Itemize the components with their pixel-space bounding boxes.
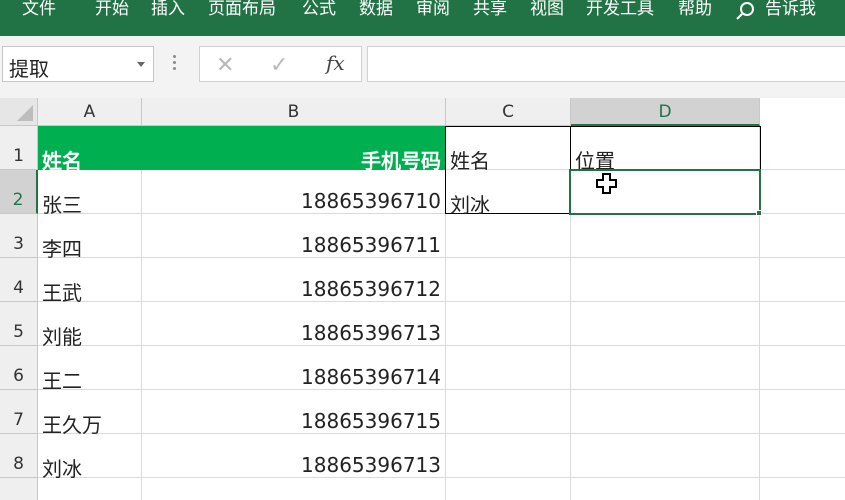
cell-c2[interactable]: 刘冰 (450, 189, 490, 218)
cell-b6[interactable]: 18865396714 (146, 365, 441, 389)
tab-view[interactable]: 视图 (530, 0, 564, 22)
tab-formulas[interactable]: 公式 (302, 0, 336, 22)
chevron-down-icon[interactable] (137, 62, 145, 67)
column-header-a[interactable]: A (38, 98, 142, 126)
tab-data[interactable]: 数据 (359, 0, 393, 22)
row-header-6[interactable]: 6 (0, 346, 38, 390)
drag-handle-icon[interactable] (173, 53, 177, 73)
row-header-9[interactable] (0, 478, 38, 500)
select-all-button[interactable] (0, 98, 38, 126)
cell-a6[interactable]: 王二 (42, 365, 82, 394)
insert-function-icon[interactable]: fx (326, 51, 345, 75)
tab-page-layout[interactable]: 页面布局 (208, 0, 276, 22)
row-header-5[interactable]: 5 (0, 302, 38, 346)
formula-bar: 提取 ✕ ✓ fx (0, 36, 845, 98)
tab-review[interactable]: 审阅 (416, 0, 450, 22)
row-header-4[interactable]: 4 (0, 258, 38, 302)
cell-b3[interactable]: 18865396711 (146, 233, 441, 257)
formula-buttons: ✕ ✓ fx (199, 46, 362, 82)
cell-a1[interactable]: 姓名 (42, 145, 82, 174)
row-header-7[interactable]: 7 (0, 390, 38, 434)
cell-c1[interactable]: 姓名 (450, 145, 490, 174)
cell-a5[interactable]: 刘能 (42, 321, 82, 350)
grid-line (38, 257, 845, 258)
column-header-c[interactable]: C (446, 98, 571, 126)
fill-handle[interactable] (756, 210, 762, 216)
cell-b7[interactable]: 18865396715 (146, 409, 441, 433)
cell-b5[interactable]: 18865396713 (146, 321, 441, 345)
cell-b8[interactable]: 18865396713 (146, 453, 441, 477)
cell-b2[interactable]: 18865396710 (146, 189, 441, 213)
grid-line (38, 433, 845, 434)
formula-input[interactable] (367, 46, 845, 82)
tab-file[interactable]: 文件 (22, 0, 56, 22)
cell-a7[interactable]: 王久万 (42, 409, 102, 438)
tab-help[interactable]: 帮助 (678, 0, 712, 22)
grid-line (38, 301, 845, 302)
cell-a2[interactable]: 张三 (42, 189, 82, 218)
tell-me-label: 告诉我 (765, 0, 816, 19)
check-icon[interactable]: ✓ (270, 53, 288, 78)
tab-developer[interactable]: 开发工具 (586, 0, 654, 22)
ribbon-tab-bar: 文件 开始 插入 页面布局 公式 数据 审阅 共享 视图 开发工具 帮助 告诉我 (0, 0, 845, 36)
column-header-d[interactable]: D (571, 98, 760, 126)
grid-line (38, 345, 845, 346)
row-header-3[interactable]: 3 (0, 214, 38, 258)
row-header-8[interactable]: 8 (0, 434, 38, 478)
tab-home[interactable]: 开始 (95, 0, 129, 22)
search-icon (736, 2, 754, 20)
grid-line (38, 477, 845, 478)
cell-b1[interactable]: 手机号码 (146, 145, 441, 174)
tab-insert[interactable]: 插入 (151, 0, 185, 22)
grid-line (141, 126, 142, 500)
row-header-1[interactable]: 1 (0, 126, 38, 170)
cell-a8[interactable]: 刘冰 (42, 453, 82, 482)
grid-line (38, 389, 845, 390)
tab-share[interactable]: 共享 (473, 0, 507, 22)
cancel-icon[interactable]: ✕ (216, 53, 234, 78)
name-box-value: 提取 (9, 57, 49, 81)
name-box[interactable]: 提取 (2, 46, 154, 82)
cell-a3[interactable]: 李四 (42, 233, 82, 262)
cell-b4[interactable]: 18865396712 (146, 277, 441, 301)
row-header-2[interactable]: 2 (0, 170, 38, 214)
cell-a4[interactable]: 王武 (42, 277, 82, 306)
column-header-b[interactable]: B (142, 98, 446, 126)
cell-cursor-icon (596, 173, 617, 194)
